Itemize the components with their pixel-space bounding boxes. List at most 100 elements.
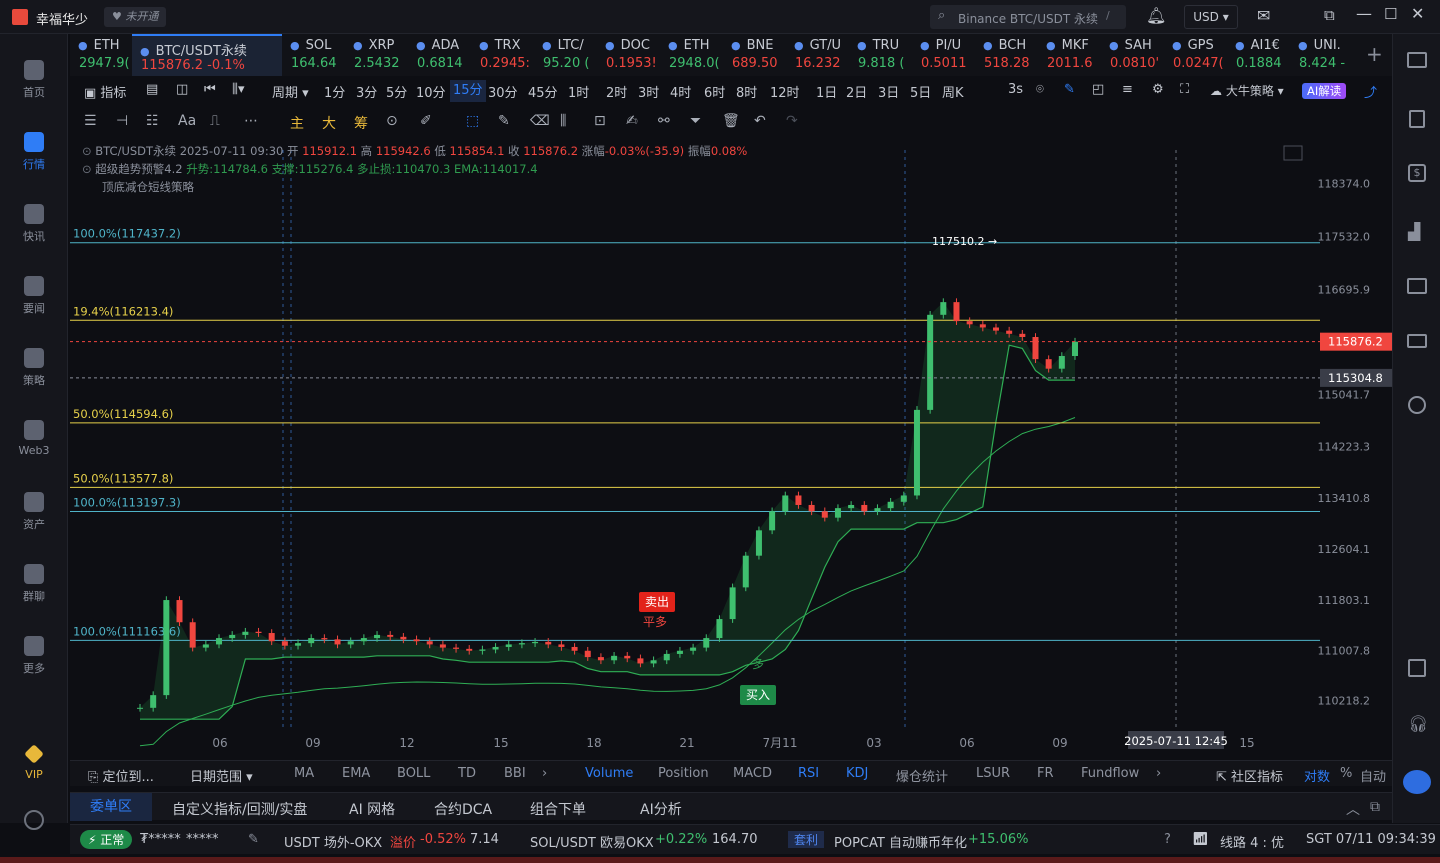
popcat-name[interactable]: POPCAT 自动赚币年化: [834, 832, 967, 851]
timeframe-1[interactable]: 3分: [356, 82, 377, 101]
share-icon[interactable]: ⤴: [1364, 82, 1377, 101]
timeframe-10[interactable]: 4时: [670, 82, 691, 101]
nav-market[interactable]: 行情: [0, 132, 68, 172]
chart-type-icon[interactable]: ⫼▾: [232, 82, 245, 97]
headset-icon[interactable]: 🎧︎: [1408, 714, 1428, 733]
timeframe-13[interactable]: 12时: [770, 82, 800, 101]
otc-name[interactable]: USDT 场外-OKX: [284, 832, 382, 851]
more-tools-icon[interactable]: ⋯: [244, 113, 258, 129]
menu-lines-icon[interactable]: ☰: [84, 113, 97, 129]
ticker-0[interactable]: ETH 2947.9(: [70, 34, 132, 76]
locate-button[interactable]: ⎘ 定位到...: [88, 766, 154, 785]
ticker-15[interactable]: SAH 0.0810': [1101, 34, 1164, 76]
ticker-8[interactable]: ETH 2948.0(: [660, 34, 723, 76]
pencil-tool-icon[interactable]: ✎: [498, 113, 510, 129]
candle-tool-icon[interactable]: ⫼: [560, 113, 566, 129]
bell-icon[interactable]: 🔔︎: [1146, 6, 1166, 25]
popout-icon[interactable]: ⧉: [1324, 6, 1335, 24]
tab-ai-grid[interactable]: AI 网格: [349, 799, 395, 819]
chart-layout-icon[interactable]: [1283, 145, 1303, 161]
timeframe-16[interactable]: 3日: [878, 82, 899, 101]
timeframe-4[interactable]: 15分: [450, 80, 486, 102]
main-toggle[interactable]: 主: [290, 113, 304, 133]
chip-toggle[interactable]: 筹: [354, 113, 368, 133]
rewind-icon[interactable]: ⏮: [204, 82, 216, 97]
ticker-16[interactable]: GPS 0.0247(: [1164, 34, 1227, 76]
layout-icon[interactable]: [1408, 659, 1426, 677]
monitor-icon[interactable]: [1407, 278, 1427, 294]
nav-home[interactable]: 首页: [0, 60, 68, 100]
minimize-icon[interactable]: —: [1356, 4, 1372, 23]
sol-name[interactable]: SOL/USDT 欧易OKX: [530, 832, 654, 851]
redo-icon[interactable]: ↷: [786, 113, 798, 129]
note-icon[interactable]: ✍: [626, 113, 638, 129]
tab-position[interactable]: Position: [658, 766, 709, 781]
expand-icon[interactable]: ◰: [1092, 82, 1104, 97]
ticker-18[interactable]: UNI. 8.424 -: [1290, 34, 1350, 76]
timeframe-18[interactable]: 周K: [942, 82, 964, 101]
ticker-17[interactable]: AI1€ 0.1884: [1227, 34, 1290, 76]
fib-tool-icon[interactable]: ☷: [146, 113, 159, 129]
tab-ma[interactable]: MA: [294, 766, 314, 781]
tab-td[interactable]: TD: [458, 766, 476, 781]
watchlist-icon[interactable]: [1407, 52, 1427, 68]
close-icon[interactable]: ✕: [1411, 4, 1424, 23]
tab-rsi[interactable]: RSI: [798, 766, 819, 781]
price-chart[interactable]: 118374.0 117532.0 116695.9 115041.7 114223.3…: [70, 140, 1392, 758]
tab-ai-analysis[interactable]: AI分析: [640, 799, 682, 819]
edit-icon[interactable]: ✎: [248, 832, 259, 847]
timeframe-9[interactable]: 3时: [638, 82, 659, 101]
search-box[interactable]: ⌕ Binance BTC/USDT 永续 /: [930, 5, 1126, 29]
text-tool-icon[interactable]: Aa: [178, 113, 196, 129]
nav-vip[interactable]: VIP: [0, 744, 68, 781]
dollar-icon[interactable]: $: [1408, 164, 1426, 182]
nav-chat[interactable]: 群聊: [0, 564, 68, 604]
chevron-up-icon[interactable]: ︿: [1346, 799, 1360, 819]
pen-icon[interactable]: ✎: [1064, 82, 1075, 97]
timeframe-15[interactable]: 2日: [846, 82, 867, 101]
tab-combo-order[interactable]: 组合下单: [530, 799, 586, 819]
collapse-icon[interactable]: ⊙: [82, 162, 92, 176]
ticker-13[interactable]: BCH 518.28: [975, 34, 1038, 76]
chart-canvas[interactable]: 118374.0 117532.0 116695.9 115041.7 114223.3…: [70, 140, 1392, 758]
timeframe-11[interactable]: 6时: [704, 82, 725, 101]
undo-icon[interactable]: ↶: [754, 113, 766, 129]
strategy-dropdown[interactable]: ☁ 大牛策略 ▾: [1210, 82, 1284, 99]
tab-orders[interactable]: 委单区: [70, 793, 152, 821]
chevron-right-icon[interactable]: ›: [1156, 766, 1161, 781]
nav-settings[interactable]: [0, 810, 68, 834]
maximize-icon[interactable]: ☐: [1384, 5, 1397, 23]
chevron-right-icon[interactable]: ›: [542, 766, 547, 781]
link-icon[interactable]: ⚯: [658, 113, 670, 129]
big-toggle[interactable]: 大: [322, 113, 336, 133]
camera-icon[interactable]: ⌾: [1036, 82, 1044, 97]
tab-contract-dca[interactable]: 合约DCA: [434, 799, 492, 819]
nav-headlines[interactable]: 要闻: [0, 276, 68, 316]
swap-icon[interactable]: [1408, 396, 1426, 414]
eraser-icon[interactable]: ⌫: [530, 113, 550, 129]
popout-panel-icon[interactable]: ⧉: [1370, 799, 1380, 815]
fullscreen-icon[interactable]: ⛶: [1180, 82, 1189, 97]
tab-bbi[interactable]: BBI: [504, 766, 526, 781]
ledger-icon[interactable]: [1407, 334, 1427, 348]
timeframe-14[interactable]: 1日: [816, 82, 837, 101]
timeframe-3[interactable]: 10分: [416, 82, 446, 101]
nav-strategy[interactable]: 策略: [0, 348, 68, 388]
add-ticker-icon[interactable]: +: [1366, 42, 1383, 66]
ticker-12[interactable]: PI/U 0.5011: [912, 34, 975, 76]
timeframe-17[interactable]: 5日: [910, 82, 931, 101]
nav-more[interactable]: 更多: [0, 636, 68, 676]
nav-news[interactable]: 快讯: [0, 204, 68, 244]
filter-icon[interactable]: ⏷: [690, 113, 701, 129]
ticker-1[interactable]: BTC/USDT永续115876.2 -0.1%: [132, 34, 282, 76]
ticker-6[interactable]: LTC/95.20 (: [534, 34, 597, 76]
tab-lsur[interactable]: LSUR: [976, 766, 1010, 781]
collapse-icon[interactable]: ⊙: [82, 144, 92, 158]
period-dropdown[interactable]: 周期 ▾: [272, 82, 309, 101]
tab-custom-indicator[interactable]: 自定义指标/回测/实盘: [172, 799, 307, 819]
tab-fr[interactable]: FR: [1037, 766, 1054, 781]
refresh-interval[interactable]: 3s: [1008, 82, 1023, 97]
trash-icon[interactable]: 🗑︎: [722, 113, 740, 129]
percent-toggle[interactable]: %: [1340, 766, 1352, 781]
ticker-10[interactable]: GT/U 16.232: [786, 34, 849, 76]
